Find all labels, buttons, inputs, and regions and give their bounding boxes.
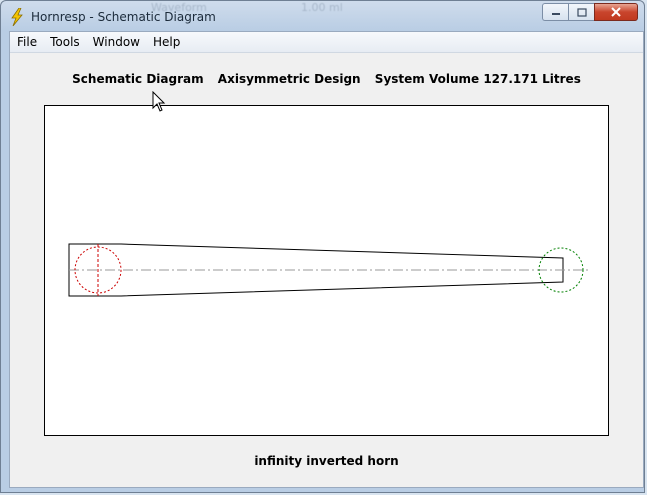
diagram-heading: Schematic Diagram Axisymmetric Design Sy… [10, 72, 643, 86]
heading-design: Axisymmetric Design [217, 72, 361, 86]
maximize-icon [576, 7, 587, 17]
menu-bar: File Tools Window Help [10, 32, 643, 53]
background-ghost-text: Waveform [151, 1, 207, 14]
minimize-icon [551, 13, 560, 15]
close-icon [611, 7, 621, 17]
menu-help[interactable]: Help [147, 32, 186, 52]
diagram-caption: infinity inverted horn [254, 454, 399, 468]
close-button[interactable] [594, 3, 638, 21]
background-ghost-text: 1.00 ml [301, 1, 343, 14]
lightning-bolt-icon [11, 8, 23, 26]
menu-file[interactable]: File [11, 32, 43, 52]
schematic-drawing [68, 243, 590, 297]
caption-buttons [542, 3, 638, 21]
heading-volume: System Volume 127.171 Litres [374, 72, 581, 86]
menu-tools[interactable]: Tools [44, 32, 86, 52]
menu-window[interactable]: Window [87, 32, 146, 52]
mouse-cursor-icon [152, 91, 166, 112]
minimize-button[interactable] [542, 3, 568, 21]
schematic-canvas [44, 105, 609, 436]
app-window: Hornresp - Schematic Diagram Waveform 1.… [0, 0, 645, 493]
title-bar[interactable]: Hornresp - Schematic Diagram Waveform 1.… [1, 1, 644, 31]
client-area: File Tools Window Help Schematic Diagram… [9, 31, 644, 488]
heading-schematic: Schematic Diagram [72, 72, 204, 86]
maximize-button[interactable] [568, 3, 594, 21]
